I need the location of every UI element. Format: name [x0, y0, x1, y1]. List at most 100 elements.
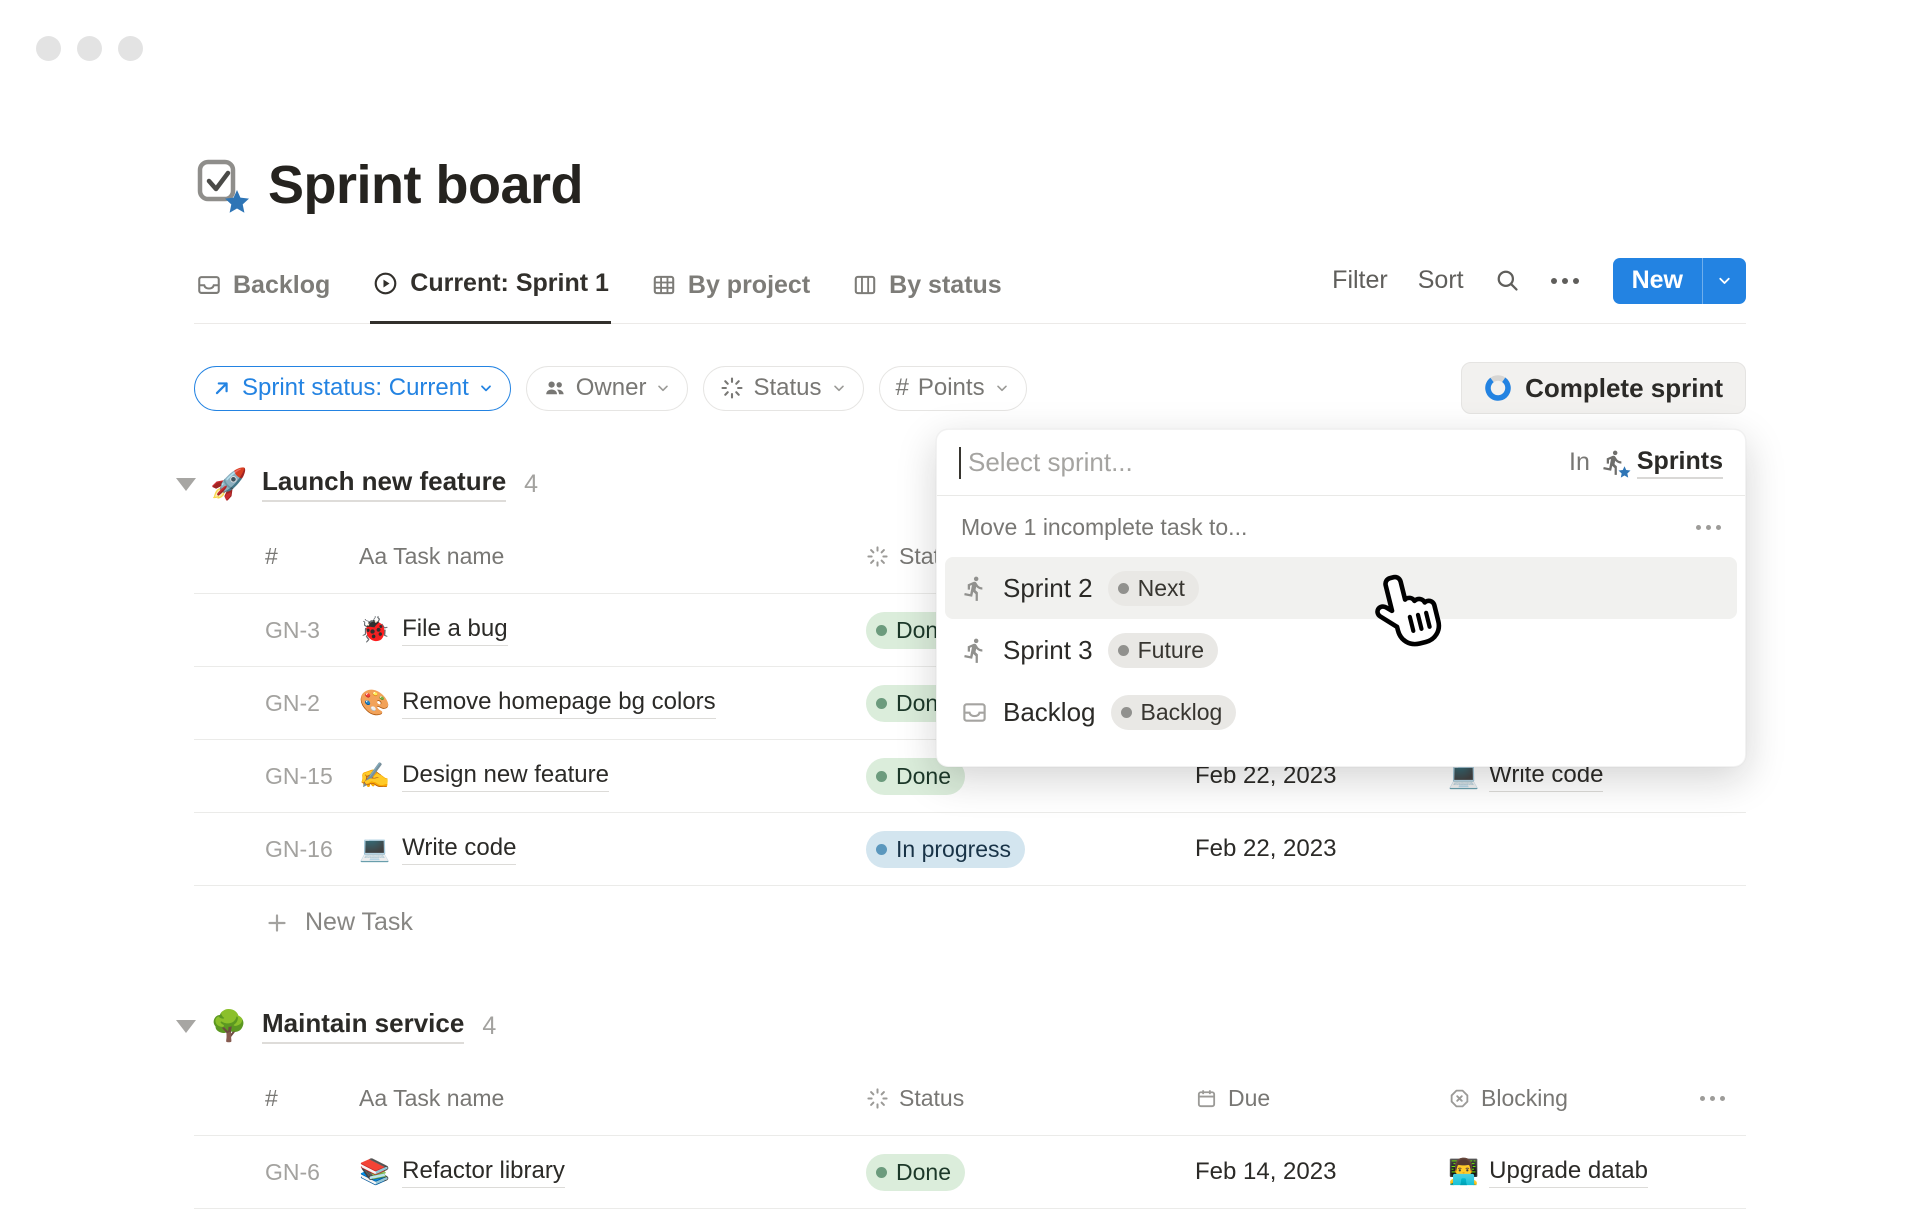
inbox-icon	[961, 699, 988, 726]
window-zoom-button[interactable]	[118, 36, 143, 61]
due-date[interactable]: Feb 22, 2023	[1195, 835, 1448, 863]
task-name[interactable]: Refactor library	[402, 1157, 565, 1188]
people-icon	[543, 376, 567, 400]
window-minimize-button[interactable]	[77, 36, 102, 61]
complete-sprint-button[interactable]: Complete sprint	[1461, 362, 1746, 414]
sprint-status-filter[interactable]: Sprint status: Current	[194, 366, 511, 411]
complete-sprint-label: Complete sprint	[1525, 373, 1723, 404]
hash-icon: #	[896, 374, 909, 402]
status-badge[interactable]: In progress	[866, 831, 1025, 868]
collapse-toggle-icon[interactable]	[176, 1020, 196, 1033]
sprint-options: Sprint 2 Next Sprint 3 Future Backlog Ba…	[937, 549, 1745, 753]
filter-pills: Sprint status: Current Owner	[194, 366, 1027, 411]
column-header-id[interactable]: #	[265, 1085, 359, 1112]
sprint-option-sprint-2[interactable]: Sprint 2 Next	[945, 557, 1737, 619]
task-id: GN-3	[265, 617, 359, 644]
section-more-icon[interactable]	[1696, 525, 1721, 530]
relation-emoji: 👨‍💻	[1448, 1158, 1479, 1187]
group-count: 4	[482, 1012, 496, 1041]
group-emoji: 🌳	[210, 1009, 248, 1044]
search-icon[interactable]	[1494, 267, 1521, 294]
sprint-option-name: Sprint 2	[1003, 573, 1093, 604]
plus-icon	[265, 911, 289, 935]
column-header-name[interactable]: Aa Task name	[359, 543, 866, 570]
window-controls	[36, 36, 143, 61]
column-header-more[interactable]	[1700, 1096, 1746, 1101]
points-filter[interactable]: # Points	[879, 366, 1027, 411]
sprint-status-tag: Future	[1108, 633, 1218, 668]
column-header-blocking[interactable]: Blocking	[1448, 1085, 1700, 1112]
status-filter-label: Status	[753, 374, 821, 402]
status-filter[interactable]: Status	[703, 366, 863, 411]
table-grid-icon	[651, 272, 677, 298]
task-name[interactable]: Design new feature	[402, 761, 609, 792]
task-name[interactable]: File a bug	[402, 615, 507, 646]
chevron-down-icon	[994, 380, 1010, 396]
inbox-icon	[196, 272, 222, 298]
due-date[interactable]: Feb 14, 2023	[1195, 1158, 1448, 1186]
chevron-down-icon	[1716, 272, 1733, 289]
sprint-option-backlog[interactable]: Backlog Backlog	[945, 681, 1737, 743]
sprints-database-icon	[1600, 449, 1627, 476]
sprint-option-name: Backlog	[1003, 697, 1096, 728]
task-emoji: 🐞	[359, 616, 390, 645]
new-button[interactable]: New	[1613, 258, 1702, 304]
chevron-down-icon	[831, 380, 847, 396]
table-row[interactable]: GN-16 💻 Write code In progress Feb 22, 20…	[194, 813, 1746, 886]
task-id: GN-16	[265, 836, 359, 863]
window-close-button[interactable]	[36, 36, 61, 61]
new-task-button[interactable]: New Task	[194, 886, 1746, 959]
more-columns-icon	[1700, 1096, 1725, 1101]
task-emoji: 💻	[359, 835, 390, 864]
sprints-database-link[interactable]: Sprints	[1637, 447, 1723, 479]
sprint-select-popup: Select sprint... In Sprints Move 1 incom…	[936, 429, 1746, 767]
task-name[interactable]: Remove homepage bg colors	[402, 688, 716, 719]
star-icon	[1618, 466, 1631, 479]
sprint-search-row[interactable]: Select sprint... In Sprints	[937, 430, 1745, 496]
section-label: Move 1 incomplete task to...	[961, 514, 1247, 541]
new-split-button: New	[1613, 258, 1746, 304]
task-name[interactable]: Write code	[402, 834, 516, 865]
owner-filter[interactable]: Owner	[526, 366, 689, 411]
new-dropdown-button[interactable]	[1703, 258, 1746, 304]
tab-current-sprint[interactable]: Current: Sprint 1	[370, 246, 611, 324]
column-header-name[interactable]: Aa Task name	[359, 1085, 866, 1112]
new-task-label: New Task	[305, 908, 413, 937]
tab-bar: Backlog Current: Sprint 1 By project	[194, 246, 1746, 324]
status-badge[interactable]: Done	[866, 1154, 965, 1191]
group-header-maintain-service: 🌳 Maintain service 4	[176, 1002, 1746, 1050]
sprint-status-filter-label: Sprint status: Current	[242, 374, 469, 402]
more-options-icon[interactable]	[1551, 278, 1579, 284]
filter-button[interactable]: Filter	[1332, 266, 1388, 295]
tab-label: By status	[889, 271, 1002, 300]
page-title: Sprint board	[268, 154, 583, 216]
group-count: 4	[524, 470, 538, 499]
column-header-id[interactable]: #	[265, 543, 359, 570]
tab-by-project[interactable]: By project	[649, 246, 812, 324]
table-row[interactable]: GN-6 📚 Refactor library Done Feb 14, 2023…	[194, 1136, 1746, 1209]
group-title[interactable]: Launch new feature	[262, 466, 506, 502]
new-button-label: New	[1632, 266, 1683, 295]
group-title[interactable]: Maintain service	[262, 1008, 464, 1044]
in-label: In	[1569, 448, 1590, 477]
view-toolbar: Filter Sort New	[1332, 246, 1746, 323]
sprint-search-input[interactable]: Select sprint...	[968, 447, 1569, 478]
column-header-due[interactable]: Due	[1195, 1085, 1448, 1112]
sprint-option-sprint-3[interactable]: Sprint 3 Future	[945, 619, 1737, 681]
chevron-down-icon	[478, 380, 494, 396]
tab-label: Current: Sprint 1	[410, 269, 609, 298]
collapse-toggle-icon[interactable]	[176, 478, 196, 491]
tab-label: By project	[688, 271, 810, 300]
search-scope: In Sprints	[1569, 447, 1723, 479]
tab-by-status[interactable]: By status	[850, 246, 1004, 324]
sort-button[interactable]: Sort	[1418, 266, 1464, 295]
blocking-relation[interactable]: 👨‍💻Upgrade datab	[1448, 1157, 1700, 1188]
sprint-status-tag: Next	[1108, 571, 1199, 606]
task-id: GN-15	[265, 763, 359, 790]
star-icon	[224, 190, 250, 215]
column-header-status[interactable]: Status	[866, 1085, 1195, 1112]
task-id: GN-6	[265, 1159, 359, 1186]
tab-backlog[interactable]: Backlog	[194, 246, 332, 324]
task-emoji: 📚	[359, 1158, 390, 1187]
page-checkbox-star-icon[interactable]	[194, 157, 246, 213]
